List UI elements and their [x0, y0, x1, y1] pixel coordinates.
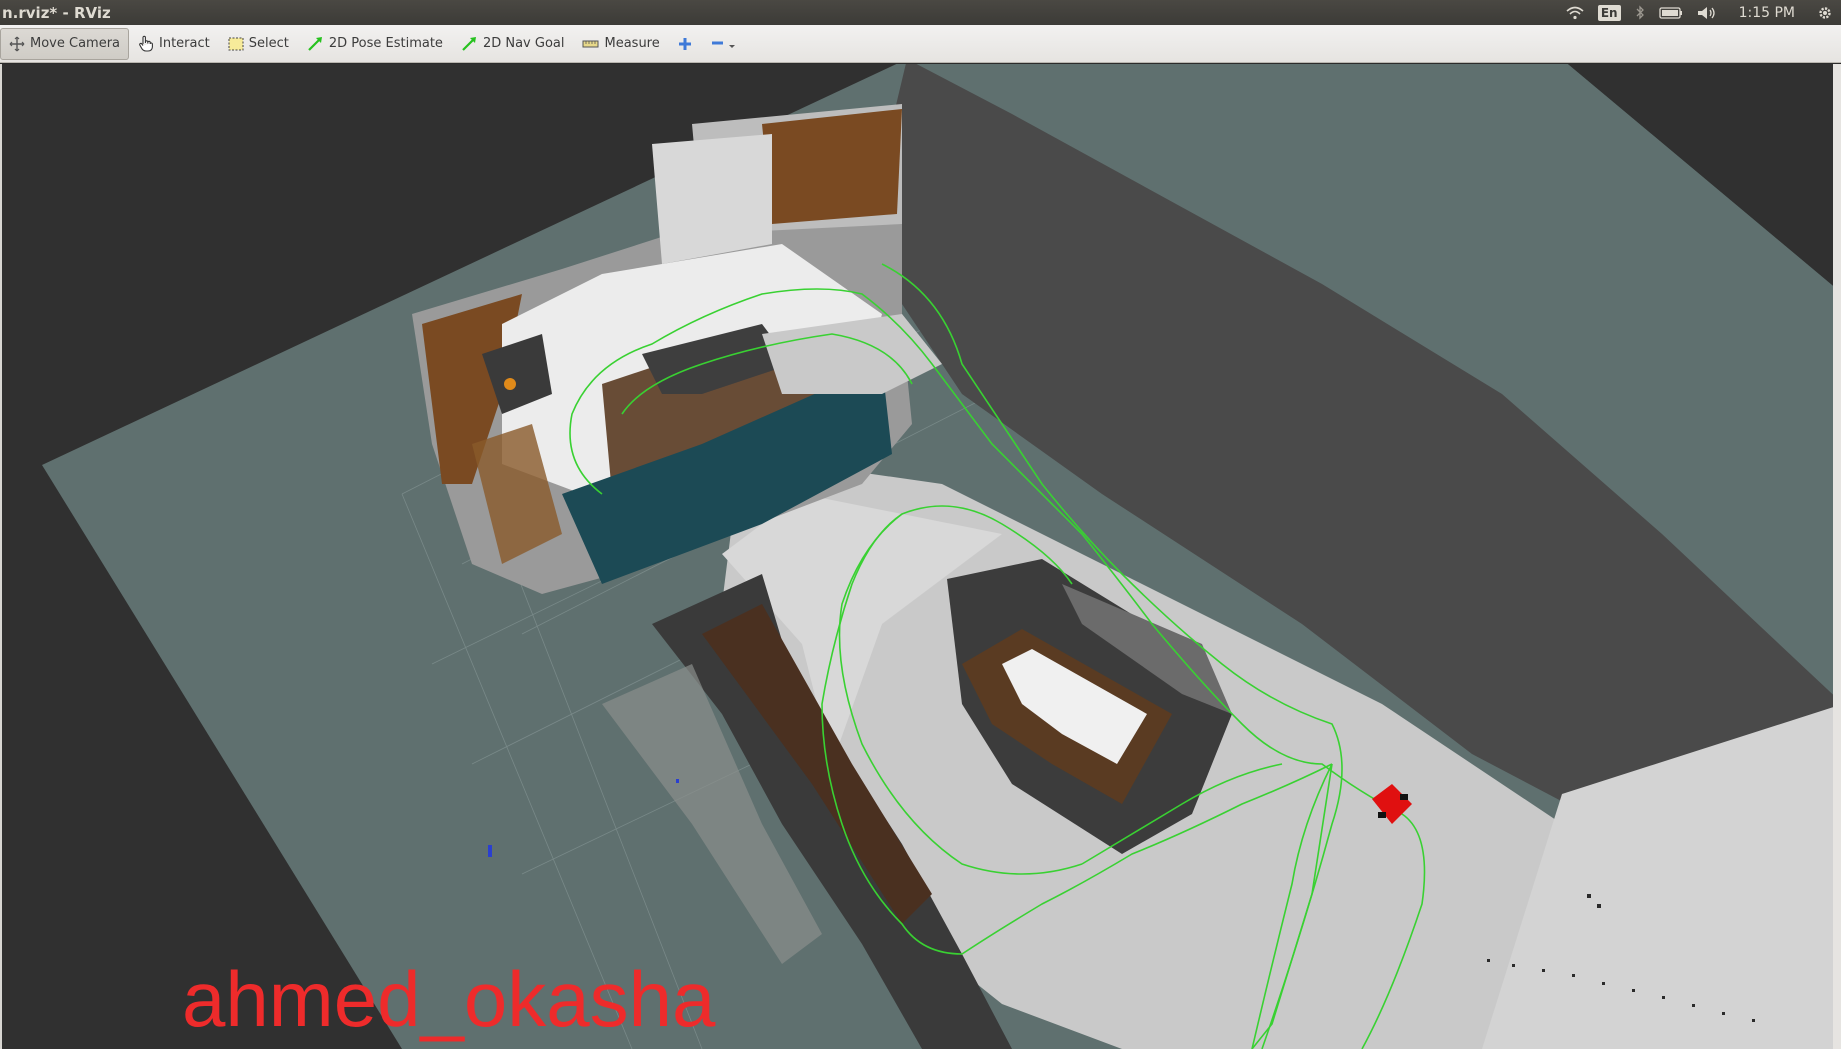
move-camera-icon [9, 36, 25, 52]
window-title: n.rviz* - RViz [2, 3, 111, 22]
rviz-tool-toolbar: Move Camera Interact Select 2D Pose Esti… [0, 25, 1841, 63]
wifi-icon[interactable] [1566, 6, 1584, 20]
move-camera-tool[interactable]: Move Camera [0, 27, 130, 60]
volume-icon[interactable] [1697, 6, 1717, 20]
gear-icon[interactable] [1817, 5, 1833, 21]
green-arrow-icon [307, 36, 324, 52]
blue-marker [676, 779, 679, 783]
ruler-icon [582, 39, 599, 49]
bluetooth-icon[interactable] [1635, 5, 1645, 20]
measure-label: Measure [604, 36, 660, 51]
system-tray: En 1:15 PM [1566, 0, 1841, 25]
hand-pointer-icon [138, 35, 154, 52]
add-tool-button[interactable] [669, 28, 701, 60]
select-tool[interactable]: Select [219, 28, 298, 60]
watermark-text: ahmed_okasha [182, 955, 716, 1043]
keyboard-language-indicator[interactable]: En [1597, 4, 1621, 21]
interact-label: Interact [159, 36, 210, 51]
pose-estimate-label: 2D Pose Estimate [328, 36, 443, 51]
blue-marker [488, 845, 492, 857]
nav-goal-label: 2D Nav Goal [482, 36, 565, 51]
measure-tool[interactable]: Measure [573, 28, 668, 60]
plus-icon [678, 37, 692, 51]
clock[interactable]: 1:15 PM [1739, 5, 1795, 21]
minus-dropdown-icon [710, 37, 736, 51]
green-arrow-icon [461, 36, 478, 52]
move-camera-label: Move Camera [30, 36, 121, 51]
rviz-3d-viewport[interactable]: ahmed_okasha [0, 64, 1841, 1049]
select-box-icon [228, 37, 244, 51]
system-top-panel: n.rviz* - RViz En 1:15 PM [0, 0, 1841, 25]
pose-estimate-tool[interactable]: 2D Pose Estimate [298, 28, 452, 60]
nav-goal-tool[interactable]: 2D Nav Goal [452, 28, 574, 60]
remove-tool-button[interactable] [701, 28, 745, 60]
interact-tool[interactable]: Interact [129, 28, 219, 60]
scene-render [42, 64, 1841, 1049]
right-panel-edge[interactable] [1833, 64, 1841, 1049]
battery-icon[interactable] [1658, 6, 1683, 19]
select-label: Select [248, 36, 289, 51]
